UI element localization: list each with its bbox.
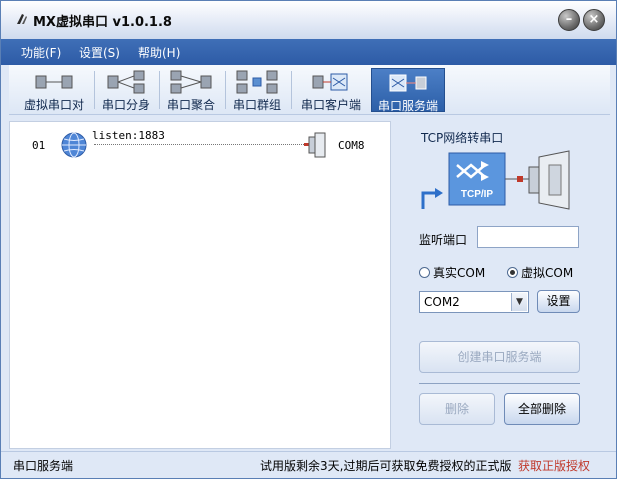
toolbar-separator	[291, 71, 292, 109]
trial-message: 试用版剩余3天,过期后可获取免费授权的正式版	[260, 459, 512, 473]
menu-settings[interactable]: 设置(S)	[79, 44, 120, 61]
delete-button[interactable]: 删除	[419, 393, 495, 425]
toolbar: 虚拟串口对 串口分身 串口聚合 串口群组 串口客户端 串口服务端	[9, 65, 610, 115]
tool-serial-merge[interactable]: 串口聚合	[162, 68, 220, 112]
chevron-down-icon[interactable]: ▼	[511, 293, 527, 311]
divider	[419, 383, 580, 384]
row-number: 01	[32, 139, 46, 152]
menu-help[interactable]: 帮助(H)	[138, 44, 180, 61]
tool-serial-server[interactable]: 串口服务端	[371, 68, 445, 113]
serial-merge-icon	[170, 70, 212, 94]
get-license-link[interactable]: 获取正版授权	[518, 457, 590, 474]
serial-pair-icon	[35, 75, 73, 89]
status-bar: 串口服务端 试用版剩余3天,过期后可获取免费授权的正式版 获取正版授权	[1, 451, 616, 478]
serial-split-icon	[107, 70, 145, 94]
radio-dot-selected	[507, 267, 518, 278]
app-logo-icon	[17, 14, 27, 24]
panel-title: TCP网络转串口	[421, 131, 504, 145]
serial-server-icon	[389, 74, 427, 92]
toolbar-separator	[225, 71, 226, 109]
tool-serial-group[interactable]: 串口群组	[228, 68, 286, 112]
com-port-label: COM8	[338, 139, 365, 152]
tool-serial-split[interactable]: 串口分身	[97, 68, 155, 112]
app-window: MX虚拟串口 v1.0.1.8 – × 功能(F) 设置(S) 帮助(H) 虚拟…	[0, 0, 617, 479]
close-button[interactable]: ×	[583, 9, 605, 31]
listen-port-label: listen:1883	[92, 129, 165, 142]
delete-all-button[interactable]: 全部删除	[504, 393, 580, 425]
create-server-button[interactable]: 创建串口服务端	[419, 341, 580, 373]
toolbar-separator	[159, 71, 160, 109]
globe-icon	[61, 132, 87, 158]
tool-serial-pair[interactable]: 虚拟串口对	[17, 68, 91, 112]
title-bar: MX虚拟串口 v1.0.1.8 – ×	[1, 1, 616, 39]
server-list[interactable]: 01 listen:1883 COM8	[9, 121, 391, 449]
com-port-select[interactable]: COM2 ▼	[419, 291, 529, 313]
radio-virtual-com[interactable]: 虚拟COM	[507, 264, 573, 281]
connection-line	[94, 144, 306, 145]
serial-connector-icon	[304, 132, 326, 158]
serial-client-icon	[312, 73, 348, 91]
status-mode: 串口服务端	[13, 459, 74, 473]
settings-button[interactable]: 设置	[537, 290, 580, 313]
window-title: MX虚拟串口 v1.0.1.8	[33, 15, 172, 30]
diagram-tcpip-label: TCP/IP	[461, 189, 494, 200]
tcp-to-serial-diagram: TCP/IP	[421, 150, 570, 210]
minimize-button[interactable]: –	[558, 9, 580, 31]
toolbar-separator	[94, 71, 95, 109]
listen-port-label: 监听端口	[419, 233, 468, 247]
radio-real-com[interactable]: 真实COM	[419, 264, 485, 281]
listen-port-input[interactable]	[477, 226, 579, 248]
menu-bar: 功能(F) 设置(S) 帮助(H)	[1, 39, 616, 65]
tool-serial-client[interactable]: 串口客户端	[294, 68, 368, 112]
config-panel: TCP网络转串口 TCP/IP 监听端口 真实COM 虚拟COM COM2 ▼	[395, 121, 610, 449]
serial-group-icon	[236, 70, 278, 94]
menu-function[interactable]: 功能(F)	[21, 44, 61, 61]
radio-dot	[419, 267, 430, 278]
